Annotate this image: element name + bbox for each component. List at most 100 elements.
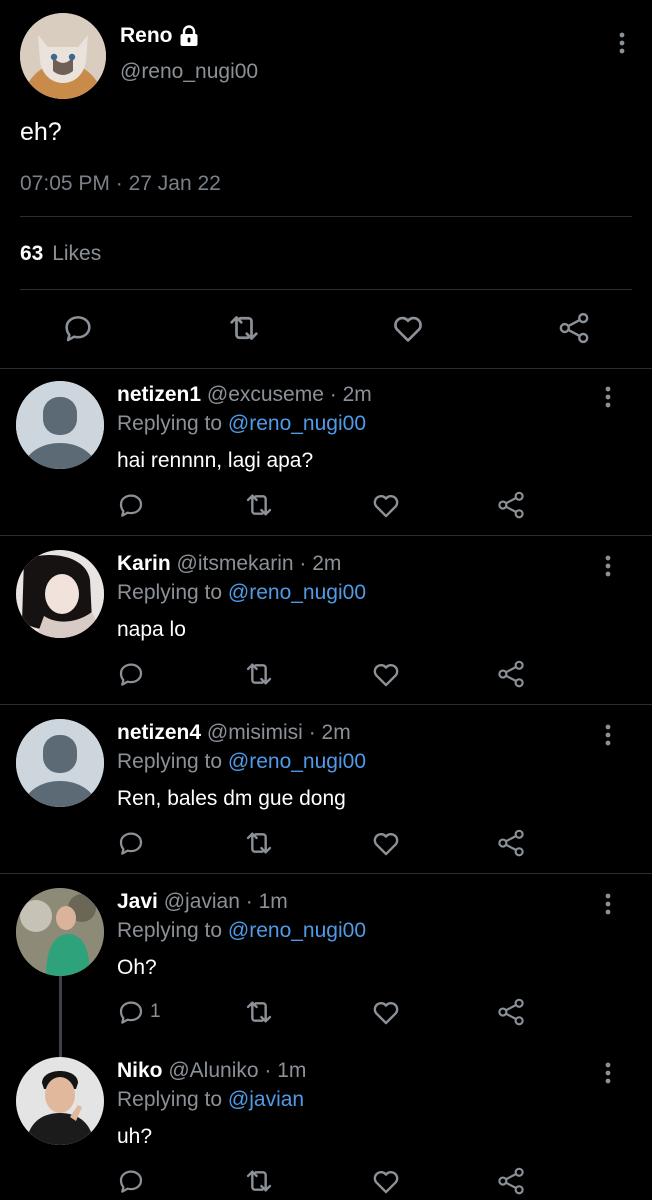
like-icon: [370, 489, 402, 521]
reply-tweet[interactable]: Karin @itsmekarin · 2m Replying to @reno…: [0, 538, 652, 707]
reply-icon: [116, 997, 146, 1027]
reply-time: 2m: [312, 552, 342, 575]
replying-to-link[interactable]: @reno_nugi00: [228, 919, 366, 942]
reply-author-name[interactable]: Javi: [117, 890, 158, 913]
tweet-thread-page: Reno @reno_nugi00 eh? 07:05 PM · 27 Jan …: [0, 0, 652, 1200]
author-name[interactable]: Reno: [120, 24, 173, 48]
reply-button[interactable]: [116, 825, 150, 861]
reply-author-name[interactable]: netizen1: [117, 383, 201, 406]
retweet-button[interactable]: [243, 825, 275, 861]
retweet-button[interactable]: [224, 306, 264, 350]
share-icon: [496, 1166, 526, 1196]
reply-button[interactable]: [116, 1163, 150, 1199]
more-options-icon[interactable]: [604, 1061, 612, 1085]
reply-author-handle[interactable]: @itsmekarin: [177, 552, 294, 575]
replying-to-link[interactable]: @reno_nugi00: [228, 750, 366, 773]
like-button[interactable]: [370, 656, 402, 692]
reply-text: Oh?: [117, 956, 157, 979]
reply-author-name[interactable]: Karin: [117, 552, 171, 575]
replying-to-link[interactable]: @javian: [228, 1088, 304, 1111]
replying-to-link[interactable]: @reno_nugi00: [228, 581, 366, 604]
reply-author-handle[interactable]: @Aluniko: [168, 1059, 258, 1082]
photo-avatar[interactable]: [16, 888, 104, 976]
retweet-button[interactable]: [243, 994, 275, 1030]
replying-to: Replying to @reno_nugi00: [117, 581, 366, 605]
like-button[interactable]: [370, 994, 402, 1030]
reply-author-handle[interactable]: @misimisi: [207, 721, 303, 744]
retweet-icon: [243, 827, 275, 859]
reply-tweet[interactable]: Javi @javian · 1m Replying to @reno_nugi…: [0, 876, 652, 1060]
reply-icon: [61, 311, 95, 345]
reply-author-handle[interactable]: @excuseme: [207, 383, 324, 406]
reply-author-handle[interactable]: @javian: [164, 890, 240, 913]
retweet-icon: [243, 996, 275, 1028]
more-options-icon[interactable]: [604, 723, 612, 747]
reply-header: Javi @javian · 1m: [117, 890, 288, 914]
replying-to: Replying to @reno_nugi00: [117, 750, 366, 774]
reply-actions: [0, 1163, 652, 1200]
replying-prefix: Replying to: [117, 750, 223, 773]
divider: [0, 535, 652, 536]
photo-avatar[interactable]: [16, 550, 104, 638]
share-button[interactable]: [496, 825, 526, 861]
reply-header: Niko @Aluniko · 1m: [117, 1059, 306, 1083]
share-button[interactable]: [496, 994, 526, 1030]
reply-header: netizen1 @excuseme · 2m: [117, 383, 372, 407]
replying-prefix: Replying to: [117, 581, 223, 604]
share-icon: [557, 311, 591, 345]
meta-separator: ·: [264, 1059, 272, 1082]
replying-prefix: Replying to: [117, 412, 223, 435]
like-icon: [370, 827, 402, 859]
lock-icon: [179, 25, 199, 47]
like-button[interactable]: [370, 487, 402, 523]
default-avatar[interactable]: [16, 719, 104, 807]
more-options-icon[interactable]: [618, 30, 626, 56]
divider: [0, 704, 652, 705]
author-avatar[interactable]: [20, 13, 106, 99]
replying-to: Replying to @reno_nugi00: [117, 412, 366, 436]
like-icon: [390, 310, 426, 346]
like-icon: [370, 658, 402, 690]
replying-to: Replying to @reno_nugi00: [117, 919, 366, 943]
more-options-icon[interactable]: [604, 385, 612, 409]
reply-tweet[interactable]: netizen1 @excuseme · 2m Replying to @ren…: [0, 369, 652, 538]
reply-author-name[interactable]: Niko: [117, 1059, 163, 1082]
replying-to-link[interactable]: @reno_nugi00: [228, 412, 366, 435]
reply-time: 2m: [321, 721, 351, 744]
share-button[interactable]: [496, 1163, 526, 1199]
reply-icon: [116, 1166, 146, 1196]
reply-text: hai rennnn, lagi apa?: [117, 449, 314, 472]
more-options-icon[interactable]: [604, 554, 612, 578]
likes-summary[interactable]: 63 Likes: [20, 242, 101, 266]
retweet-button[interactable]: [243, 1163, 275, 1199]
reply-button[interactable]: [116, 656, 150, 692]
reply-actions: 1: [0, 994, 652, 1034]
like-icon: [370, 996, 402, 1028]
reply-button[interactable]: 1: [116, 994, 161, 1030]
share-button[interactable]: [496, 487, 526, 523]
reply-button[interactable]: [116, 487, 150, 523]
like-button[interactable]: [370, 825, 402, 861]
retweet-button[interactable]: [243, 487, 275, 523]
like-button[interactable]: [370, 1163, 402, 1199]
reply-time: 1m: [277, 1059, 307, 1082]
meta-separator: ·: [329, 383, 337, 406]
reply-button[interactable]: [58, 306, 98, 350]
reply-tweet[interactable]: Niko @Aluniko · 1m Replying to @javian u…: [0, 1045, 652, 1200]
reply-actions: [0, 487, 652, 527]
tweet-date: 27 Jan 22: [128, 172, 221, 195]
retweet-icon: [243, 1165, 275, 1197]
more-options-icon[interactable]: [604, 892, 612, 916]
author-handle[interactable]: @reno_nugi00: [120, 60, 258, 84]
reply-time: 1m: [258, 890, 288, 913]
reply-tweet[interactable]: netizen4 @misimisi · 2m Replying to @ren…: [0, 707, 652, 876]
share-button[interactable]: [496, 656, 526, 692]
retweet-button[interactable]: [243, 656, 275, 692]
replying-prefix: Replying to: [117, 919, 223, 942]
like-button[interactable]: [388, 306, 428, 350]
likes-count: 63: [20, 242, 44, 265]
share-button[interactable]: [554, 306, 594, 350]
reply-author-name[interactable]: netizen4: [117, 721, 201, 744]
default-avatar[interactable]: [16, 381, 104, 469]
photo-avatar[interactable]: [16, 1057, 104, 1145]
